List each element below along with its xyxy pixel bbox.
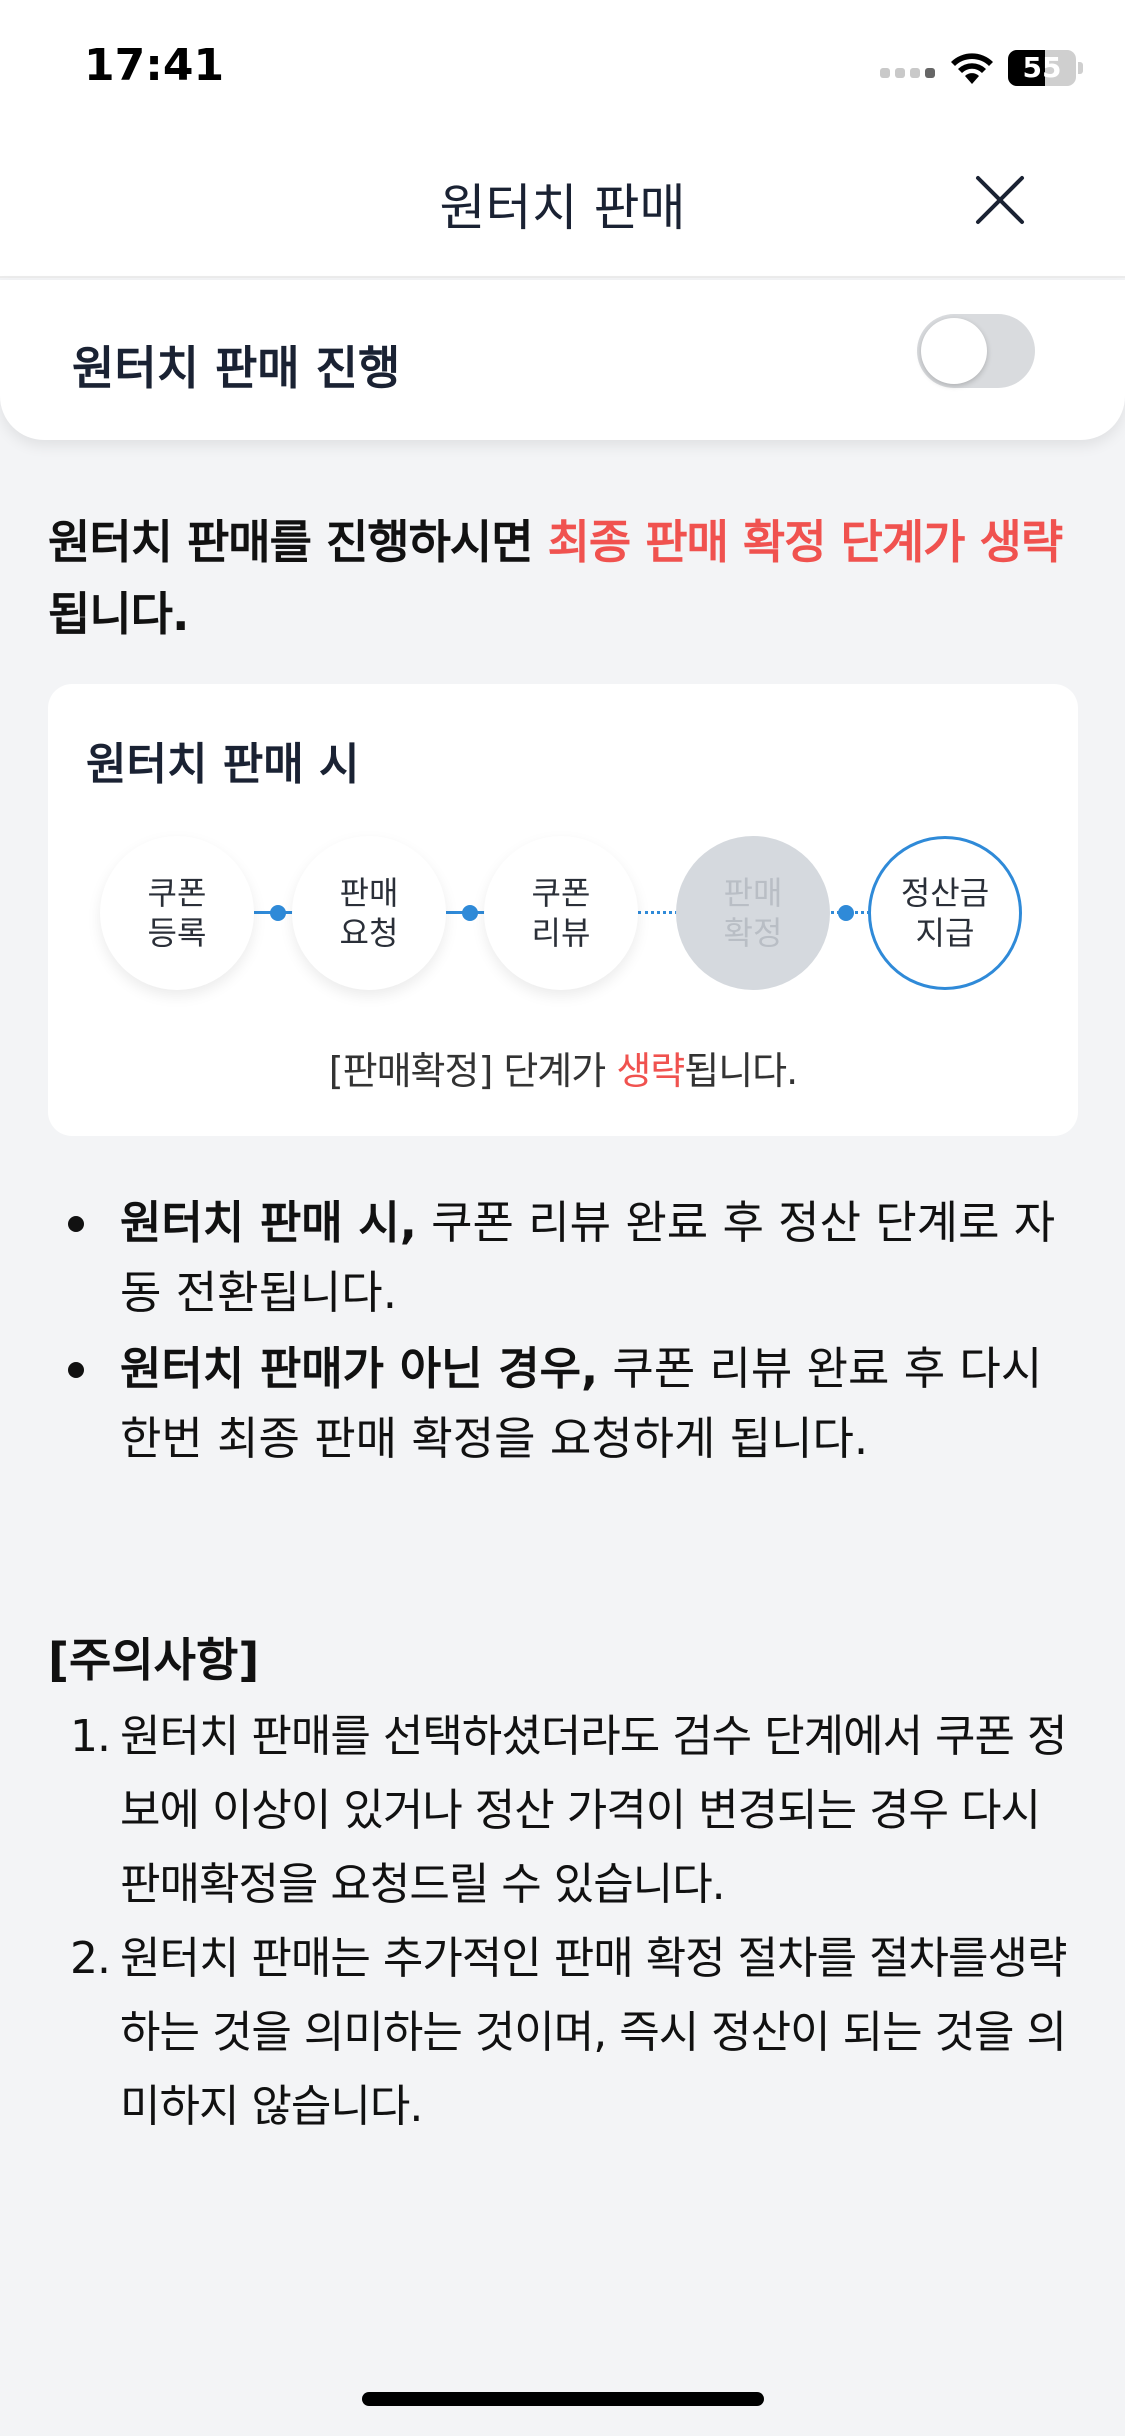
list-item: 원터치 판매 시, 쿠폰 리뷰 완료 후 정산 단계로 자동 전환됩니다. xyxy=(48,1188,1078,1328)
step-label: 쿠폰 등록 xyxy=(147,874,207,952)
intro-highlight: 최종 판매 확정 단계가 생략 xyxy=(547,515,1064,569)
step-label: 쿠폰 리뷰 xyxy=(531,874,591,952)
note-suffix: 됩니다. xyxy=(684,1049,798,1093)
close-icon xyxy=(976,176,1024,224)
status-bar: 17:41 55 xyxy=(0,0,1125,140)
list-item: 원터치 판매가 아닌 경우, 쿠폰 리뷰 완료 후 다시 한번 최종 판매 확정… xyxy=(48,1334,1078,1474)
process-card: 원터치 판매 시 쿠폰 등록 판매 요청 쿠폰 리뷰 판매 확정 정산금 지급 … xyxy=(48,684,1078,1136)
note-highlight: 생략 xyxy=(616,1049,685,1093)
battery-icon: 55 xyxy=(1008,50,1076,86)
wifi-icon xyxy=(951,53,993,84)
step-label: 판매 확정 xyxy=(723,874,783,952)
bullet-bold: 원터치 판매가 아닌 경우, xyxy=(120,1342,599,1395)
battery-cap xyxy=(1078,62,1083,74)
info-bullets: 원터치 판매 시, 쿠폰 리뷰 완료 후 정산 단계로 자동 전환됩니다. 원터… xyxy=(48,1188,1078,1480)
one-touch-toggle[interactable] xyxy=(917,314,1035,388)
step-dot xyxy=(838,905,854,921)
note-prefix: [판매확정] 단계가 xyxy=(328,1049,617,1093)
process-note: [판매확정] 단계가 생략됩니다. xyxy=(48,1040,1078,1095)
toggle-label: 원터치 판매 진행 xyxy=(72,341,401,395)
step-sale-request: 판매 요청 xyxy=(292,836,446,990)
signal-icon xyxy=(880,68,935,78)
intro-prefix: 원터치 판매를 진행하시면 xyxy=(48,515,548,569)
item-text: 원터치 판매를 선택하셨더라도 검수 단계에서 쿠폰 정보에 이상이 있거나 정… xyxy=(120,1711,1067,1910)
step-dot xyxy=(462,905,478,921)
home-indicator[interactable] xyxy=(362,2392,764,2406)
intro-suffix: 됩니다. xyxy=(48,587,189,641)
step-label: 판매 요청 xyxy=(339,874,399,952)
toggle-card: 원터치 판매 진행 xyxy=(0,280,1125,440)
step-label: 정산금 지급 xyxy=(900,874,990,952)
step-coupon-register: 쿠폰 등록 xyxy=(100,836,254,990)
status-time: 17:41 xyxy=(84,40,225,91)
bullet-bold: 원터치 판매 시, xyxy=(120,1196,417,1249)
intro-text: 원터치 판매를 진행하시면 최종 판매 확정 단계가 생략됩니다. xyxy=(48,506,1078,650)
battery-percent: 55 xyxy=(1022,51,1062,84)
step-sale-confirm: 판매 확정 xyxy=(676,836,830,990)
step-coupon-review: 쿠폰 리뷰 xyxy=(484,836,638,990)
caution-list: 1. 원터치 판매를 선택하셨더라도 검수 단계에서 쿠폰 정보에 이상이 있거나… xyxy=(48,1700,1078,2144)
item-number: 1. xyxy=(70,1711,111,1762)
list-item: 2. 원터치 판매는 추가적인 판매 확정 절차를 절차를생략하는 것을 의미하는… xyxy=(48,1922,1078,2144)
page-title: 원터치 판매 xyxy=(439,179,686,237)
close-button[interactable] xyxy=(970,170,1030,230)
toggle-knob xyxy=(921,318,987,384)
step-dot xyxy=(270,905,286,921)
step-settlement: 정산금 지급 xyxy=(868,836,1022,990)
header: 원터치 판매 xyxy=(0,140,1125,278)
list-item: 1. 원터치 판매를 선택하셨더라도 검수 단계에서 쿠폰 정보에 이상이 있거나… xyxy=(48,1700,1078,1922)
caution-title: [주의사항] xyxy=(48,1633,260,1687)
item-number: 2. xyxy=(70,1933,111,1984)
process-title: 원터치 판매 시 xyxy=(86,739,360,790)
item-text: 원터치 판매는 추가적인 판매 확정 절차를 절차를생략하는 것을 의미하는 것… xyxy=(120,1933,1067,2132)
